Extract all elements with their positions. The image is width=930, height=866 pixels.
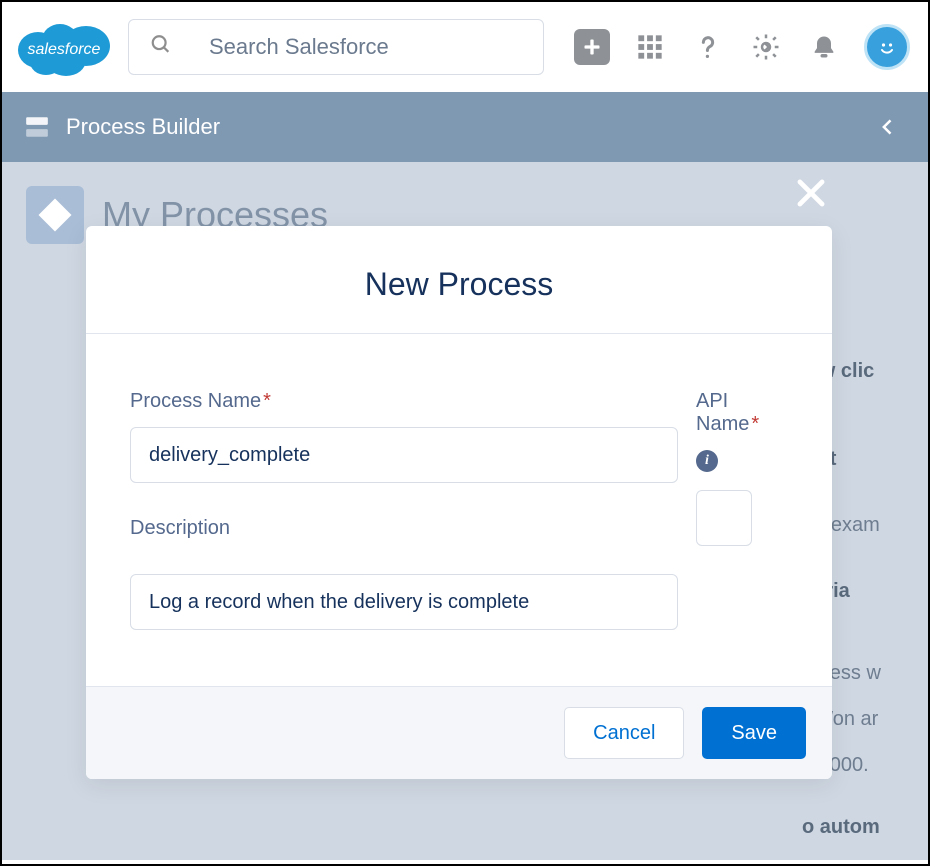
description-label: Description <box>130 517 678 540</box>
search-input[interactable] <box>128 19 544 75</box>
process-builder-icon <box>24 114 50 140</box>
search-icon <box>150 34 172 61</box>
svg-text:salesforce: salesforce <box>28 41 101 58</box>
description-input[interactable] <box>130 574 678 630</box>
setup-gear-icon[interactable] <box>748 29 784 65</box>
global-add-button[interactable] <box>574 29 610 65</box>
close-modal-button[interactable] <box>792 174 830 217</box>
api-name-input[interactable] <box>696 490 752 546</box>
process-name-label: Process Name* <box>130 390 678 413</box>
process-builder-title: Process Builder <box>66 114 220 140</box>
app-launcher-icon[interactable] <box>632 29 668 65</box>
process-name-input[interactable] <box>130 427 678 483</box>
new-process-modal: New Process Process Name* Description <box>86 226 832 779</box>
notifications-bell-icon[interactable] <box>806 29 842 65</box>
help-icon[interactable] <box>690 29 726 65</box>
modal-title: New Process <box>86 266 832 303</box>
salesforce-logo: salesforce <box>16 16 112 78</box>
process-diamond-icon <box>26 186 84 244</box>
back-chevron-icon[interactable] <box>870 109 906 145</box>
user-avatar[interactable] <box>864 24 910 70</box>
info-icon[interactable]: i <box>696 450 718 472</box>
cancel-button[interactable]: Cancel <box>564 707 684 759</box>
save-button[interactable]: Save <box>702 707 806 759</box>
api-name-label: API Name* <box>696 390 788 436</box>
